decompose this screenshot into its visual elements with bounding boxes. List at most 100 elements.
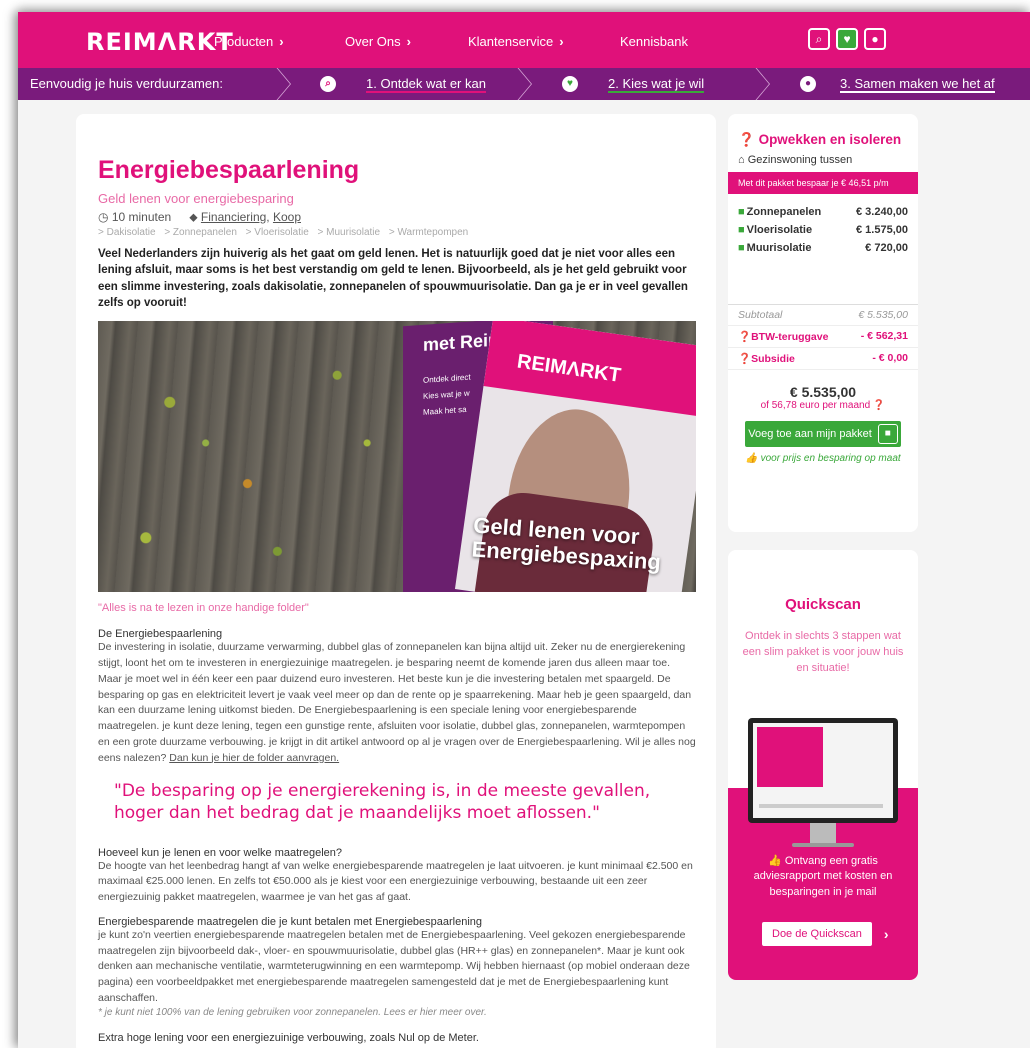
folder-back-item: Maak het sa — [423, 405, 467, 418]
home-type-text: Gezinswoning tussen — [747, 154, 853, 166]
per-month: of 56,78 euro per maand ❓ — [728, 400, 918, 411]
btw-row: ❓BTW-teruggave - € 562,31 — [728, 326, 918, 348]
chevron-right-icon[interactable]: › — [884, 926, 889, 942]
folder-request-link[interactable]: Dan kun je hier de folder aanvragen. — [169, 752, 339, 764]
browser-frame: REIMΛRKT Producten › Over Ons › Klantenser… — [18, 12, 1030, 1048]
nav-item-kennisbank[interactable]: Kennisbank — [620, 34, 688, 49]
tag-link[interactable]: > Vloerisolatie — [246, 227, 309, 238]
section-body: De hoogte van het leenbedrag hangt af va… — [98, 859, 693, 904]
package-hint: 👍 voor prijs en besparing op maat — [728, 453, 918, 464]
tag-link[interactable]: > Dakisolatie — [98, 227, 156, 238]
hero-image-folder: met Reim Ontdek direct Kies wat je w Maa… — [98, 321, 696, 593]
folder-front: REIMΛRKT Geld lenen voor Energiebespaxin… — [454, 321, 696, 593]
step-divider — [753, 68, 773, 100]
monitor-screen — [753, 723, 893, 818]
user-icon: ● — [800, 76, 816, 92]
tag-link[interactable]: > Muurisolatie — [318, 227, 381, 238]
folder-back-list: Ontdek direct Kies wat je w Maak het sa — [423, 370, 471, 421]
read-time-value: 10 minuten — [111, 210, 172, 224]
question-icon[interactable]: ❓ — [738, 353, 751, 365]
category-link-financiering[interactable]: Financiering — [201, 210, 266, 224]
subtotal-label: Subtotaal — [738, 309, 783, 321]
quickscan-subtitle: Ontdek in slechts 3 stappen wat een slim… — [742, 630, 904, 674]
home-type: ⌂ Gezinswoning tussen — [738, 154, 908, 166]
footnote: * je kunt niet 100% van de lening gebrui… — [98, 1006, 487, 1018]
section-heading: De Energiebespaarlening — [98, 628, 223, 641]
top-navigation: REIMΛRKT Producten › Over Ons › Klantenser… — [18, 12, 1030, 68]
thumbs-up-icon: 👍 — [745, 453, 761, 464]
savings-banner: Met dit pakket bespaar je € 46,51 p/m — [728, 172, 918, 194]
package-item-price: € 720,00 — [865, 242, 908, 254]
nav-item-label: Kennisbank — [620, 34, 688, 49]
section-heading: Energiebesparende maatregelen die je kun… — [98, 915, 483, 928]
package-hint-text: voor prijs en besparing op maat — [760, 453, 901, 464]
article-tags: > Dakisolatie > Zonnepanelen > Vloerisol… — [98, 227, 696, 238]
quickscan-card: Quickscan Ontdek in slechts 3 stappen wa… — [728, 550, 918, 980]
gift-icon: ■ — [877, 424, 898, 444]
heart-icon: ♥ — [562, 76, 578, 92]
tag-link[interactable]: > Warmtepompen — [389, 227, 468, 238]
section-heading: Extra hoge lening voor een energiezuinig… — [98, 1031, 479, 1044]
gift-icon: ■ — [738, 242, 745, 254]
question-icon[interactable]: ❓ — [873, 400, 885, 411]
tag-link[interactable]: > Zonnepanelen — [164, 227, 237, 238]
monitor-stand-base — [792, 843, 854, 847]
subsidy-row: ❓Subsidie - € 0,00 — [728, 348, 918, 370]
user-icon[interactable]: ● — [864, 28, 886, 50]
reimarkt-logo[interactable]: REIMΛRKT — [86, 28, 234, 56]
quickscan-title: Quickscan — [785, 596, 861, 613]
subsidy-label: Subsidie — [751, 353, 795, 365]
package-item-label: Zonnepanelen — [746, 206, 822, 218]
heart-icon[interactable]: ♥ — [836, 28, 858, 50]
package-card: ❓ Opwekken en isoleren ⌂ Gezinswoning tu… — [728, 114, 918, 532]
chevron-right-icon: › — [559, 34, 564, 49]
subsidy-value: - € 0,00 — [872, 352, 908, 364]
package-header: ❓ Opwekken en isoleren ⌂ Gezinswoning tu… — [728, 114, 918, 166]
nav-item-klantenservice[interactable]: Klantenservice › — [468, 34, 564, 49]
section-body-text: De investering in isolatie, duurzame ver… — [98, 641, 696, 764]
step-2-link[interactable]: 2. Kies wat je wil — [608, 76, 705, 93]
monitor-stand — [810, 823, 836, 845]
quickscan-cta: Doe de Quickscan › — [762, 922, 889, 946]
subtotal-value: € 5.535,00 — [858, 309, 908, 321]
article-meta: ◷ 10 minuten ⬥ Financiering, Koop — [98, 210, 696, 225]
question-icon[interactable]: ❓ — [738, 331, 751, 343]
step-1-link[interactable]: 1. Ontdek wat er kan — [366, 76, 486, 93]
package-item: ■ Vloerisolatie € 1.575,00 — [738, 224, 908, 236]
quickscan-button[interactable]: Doe de Quickscan — [762, 922, 872, 946]
article-lead: Veel Nederlanders zijn huiverig als het … — [98, 248, 688, 309]
package-items: ■ Zonnepanelen € 3.240,00 ■ Vloerisolatie € … — [728, 194, 918, 304]
article-card: Energiebespaarlening Geld lenen voor ene… — [76, 114, 716, 1048]
question-icon[interactable]: ❓ — [738, 132, 759, 147]
package-item-price: € 1.575,00 — [856, 224, 908, 236]
monitor-screen-slider — [759, 804, 883, 808]
section-heading: Hoeveel kun je lenen en voor welke maatr… — [98, 846, 342, 859]
section-body: De investering in isolatie, duurzame ver… — [98, 640, 696, 766]
package-total: € 5.535,00 — [789, 384, 857, 400]
add-to-package-button[interactable]: Voeg toe aan mijn pakket ■ — [745, 421, 901, 447]
package-item-price: € 3.240,00 — [856, 206, 908, 218]
nav-item-over-ons[interactable]: Over Ons › — [345, 34, 411, 49]
nav-item-label: Klantenservice — [468, 34, 554, 49]
category-link-koop[interactable]: Koop — [273, 210, 301, 224]
nav-item-label: Over Ons — [345, 34, 401, 49]
step-divider — [515, 68, 535, 100]
section-body: je kunt zo'n veertien energiebesparende … — [98, 928, 690, 1004]
btw-value: - € 562,31 — [860, 330, 908, 342]
thumbs-up-icon: 👍 — [768, 855, 785, 867]
monitor-screen-panel — [757, 727, 823, 787]
clock-icon: ◷ — [98, 210, 112, 224]
package-item-label: Muurisolatie — [746, 242, 812, 254]
image-caption: "Alles is na te lezen in onze handige fo… — [98, 602, 309, 615]
quickscan-offer: 👍 Ontvang een gratis adviesrapport met k… — [728, 854, 918, 900]
add-to-package-label: Voeg toe aan mijn pakket — [748, 428, 872, 440]
search-icon[interactable]: ⌕ — [808, 28, 830, 50]
per-month-text: of 56,78 euro per maand — [760, 400, 871, 411]
step-3-link[interactable]: 3. Samen maken we het af — [840, 76, 995, 93]
package-item-label: Vloerisolatie — [746, 224, 813, 236]
nav-item-label: Producten — [214, 34, 274, 49]
nav-item-producten[interactable]: Producten › — [214, 34, 284, 49]
home-icon: ⌂ — [738, 154, 748, 166]
gift-icon: ■ — [738, 224, 745, 236]
step-divider — [274, 68, 294, 100]
